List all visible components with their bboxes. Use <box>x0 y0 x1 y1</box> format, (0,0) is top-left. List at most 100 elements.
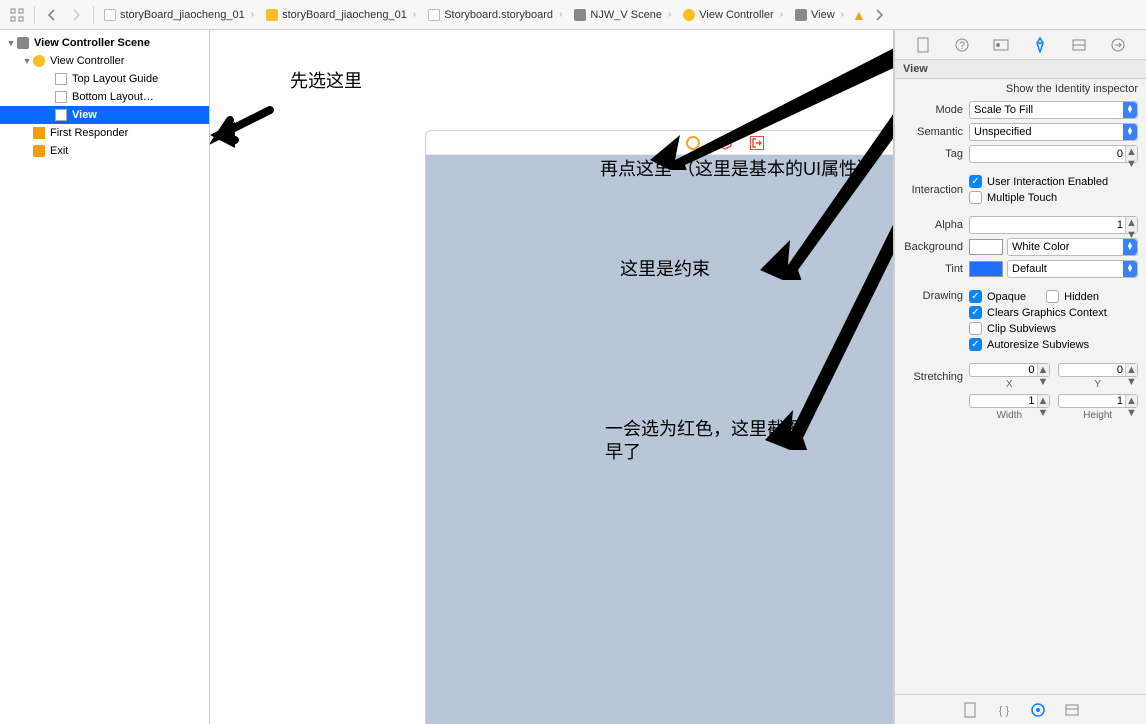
media-library-tab[interactable] <box>1062 700 1082 720</box>
connections-inspector-tab[interactable] <box>1107 34 1129 56</box>
tint-row: Tint Default ▲▼ <box>903 260 1138 278</box>
breadcrumb-folder[interactable]: storyBoard_jiaocheng_01 › <box>262 4 422 26</box>
breadcrumb-label: View Controller <box>699 9 773 21</box>
file-template-library-tab[interactable] <box>960 700 980 720</box>
field-label: Drawing <box>903 290 963 302</box>
quick-help-tab[interactable]: ? <box>951 34 973 56</box>
clears-graphics-checkbox[interactable]: ✓Clears Graphics Context <box>969 306 1138 319</box>
warning-icon[interactable]: ▲ <box>852 7 866 23</box>
checkbox-icon: ✓ <box>969 290 982 303</box>
tint-color-well[interactable] <box>969 261 1003 277</box>
related-items-button[interactable] <box>6 4 28 26</box>
stepper-arrows-icon[interactable]: ▲▼ <box>1125 217 1137 233</box>
stretching-xy-row: Stretching 0▲▼ X 0▲▼ Y <box>903 363 1138 390</box>
stepper-arrows-icon[interactable]: ▲▼ <box>1125 395 1137 407</box>
outline-row-bottom-layout-guide[interactable]: Bottom Layout… <box>0 88 209 106</box>
field-label: Interaction <box>903 184 963 196</box>
outline-body[interactable]: ▼ View Controller Scene ▼ View Controlle… <box>0 30 209 724</box>
outline-label: Exit <box>50 145 203 157</box>
checkbox-label: Clip Subviews <box>987 323 1056 335</box>
file-inspector-tab[interactable] <box>912 34 934 56</box>
outline-row-exit[interactable]: Exit <box>0 142 209 160</box>
mode-popup[interactable]: Scale To Fill ▲▼ <box>969 101 1138 119</box>
svg-text:{ }: { } <box>998 705 1009 717</box>
separator <box>93 6 94 24</box>
main-area: ▼ View Controller Scene ▼ View Controlle… <box>0 30 1146 724</box>
background-popup[interactable]: White Color ▲▼ <box>1007 238 1138 256</box>
chevron-right-icon: › <box>778 9 785 20</box>
drawing-row: Drawing ✓ Opaque Hidden ✓Clears Graphics … <box>903 290 1138 351</box>
number-value: 0 <box>1117 364 1123 376</box>
background-row: Background White Color ▲▼ <box>903 238 1138 256</box>
object-library-tab[interactable] <box>1028 700 1048 720</box>
identity-inspector-tab[interactable] <box>990 34 1012 56</box>
scene-icon <box>16 36 30 50</box>
checkbox-label: Opaque <box>987 291 1026 303</box>
outline-row-view[interactable]: View <box>0 106 209 124</box>
updown-arrows-icon: ▲▼ <box>1123 261 1137 277</box>
opaque-checkbox[interactable]: ✓ Opaque <box>969 290 1026 303</box>
layout-guide-icon <box>54 72 68 86</box>
stepper-arrows-icon[interactable]: ▲▼ <box>1125 364 1137 376</box>
view-icon <box>795 9 807 21</box>
tint-popup[interactable]: Default ▲▼ <box>1007 260 1138 278</box>
file-icon <box>104 9 116 21</box>
checkbox-label: Autoresize Subviews <box>987 339 1089 351</box>
breadcrumb-scene[interactable]: NJW_V Scene › <box>570 4 677 26</box>
attributes-inspector-tab[interactable] <box>1029 34 1051 56</box>
number-value: 0 <box>1028 364 1034 376</box>
exit-icon <box>32 144 46 158</box>
checkbox-icon <box>1046 290 1059 303</box>
stepper-arrows-icon[interactable]: ▲▼ <box>1125 146 1137 162</box>
back-button[interactable] <box>41 4 63 26</box>
interaction-row: Interaction ✓ User Interaction Enabled M… <box>903 175 1138 204</box>
breadcrumb-label: Storyboard.storyboard <box>444 9 553 21</box>
alpha-row: Alpha 1 ▲▼ <box>903 216 1138 234</box>
outline-row-first-responder[interactable]: First Responder <box>0 124 209 142</box>
size-inspector-tab[interactable] <box>1068 34 1090 56</box>
stretching-y-stepper[interactable]: 0▲▼ <box>1058 363 1139 377</box>
breadcrumb-viewcontroller[interactable]: View Controller › <box>679 4 789 26</box>
autoresize-subviews-checkbox[interactable]: ✓Autoresize Subviews <box>969 338 1138 351</box>
outline-label: First Responder <box>50 127 203 139</box>
next-issue-button[interactable] <box>868 4 890 26</box>
multiple-touch-checkbox[interactable]: Multiple Touch <box>969 191 1138 204</box>
chevron-right-icon: › <box>557 9 564 20</box>
outline-row-viewcontroller[interactable]: ▼ View Controller <box>0 52 209 70</box>
stepper-arrows-icon[interactable]: ▲▼ <box>1037 395 1049 407</box>
breadcrumb-label: View <box>811 9 835 21</box>
outline-row-top-layout-guide[interactable]: Top Layout Guide <box>0 70 209 88</box>
stepper-arrows-icon[interactable]: ▲▼ <box>1037 364 1049 376</box>
outline-row-scene[interactable]: ▼ View Controller Scene <box>0 34 209 52</box>
inspector-section-header: View <box>895 60 1146 79</box>
separator <box>34 6 35 24</box>
tag-stepper[interactable]: 0 ▲▼ <box>969 145 1138 163</box>
checkbox-icon: ✓ <box>969 306 982 319</box>
interface-builder-canvas[interactable]: 先选这里 再点这里 （这里是基本的UI属性） 这里是约束 一会选为红色，这里截图… <box>210 30 894 724</box>
breadcrumb-storyboard[interactable]: Storyboard.storyboard › <box>424 4 568 26</box>
breadcrumb-view[interactable]: View › <box>791 4 850 26</box>
disclosure-triangle[interactable]: ▼ <box>6 38 16 48</box>
clip-subviews-checkbox[interactable]: Clip Subviews <box>969 322 1138 335</box>
field-label: Mode <box>903 104 963 116</box>
breadcrumb-project[interactable]: storyBoard_jiaocheng_01 › <box>100 4 260 26</box>
layout-guide-icon <box>54 90 68 104</box>
disclosure-triangle[interactable]: ▼ <box>22 56 32 66</box>
popup-value: Unspecified <box>974 126 1031 138</box>
alpha-stepper[interactable]: 1 ▲▼ <box>969 216 1138 234</box>
semantic-popup[interactable]: Unspecified ▲▼ <box>969 123 1138 141</box>
forward-button[interactable] <box>65 4 87 26</box>
popup-value: Scale To Fill <box>974 104 1033 116</box>
checkbox-icon <box>969 191 982 204</box>
stretching-height-stepper[interactable]: 1▲▼ <box>1058 394 1139 408</box>
stretching-x-stepper[interactable]: 0▲▼ <box>969 363 1050 377</box>
first-responder-icon <box>32 126 46 140</box>
background-color-well[interactable] <box>969 239 1003 255</box>
inspector-tab-bar: ? <box>895 30 1146 60</box>
hidden-checkbox[interactable]: Hidden <box>1046 290 1099 303</box>
code-snippet-library-tab[interactable]: { } <box>994 700 1014 720</box>
user-interaction-checkbox[interactable]: ✓ User Interaction Enabled <box>969 175 1138 188</box>
mode-row: Mode Scale To Fill ▲▼ <box>903 101 1138 119</box>
stretching-wh-row: 1▲▼ Width 1▲▼ Height <box>903 394 1138 421</box>
stretching-width-stepper[interactable]: 1▲▼ <box>969 394 1050 408</box>
